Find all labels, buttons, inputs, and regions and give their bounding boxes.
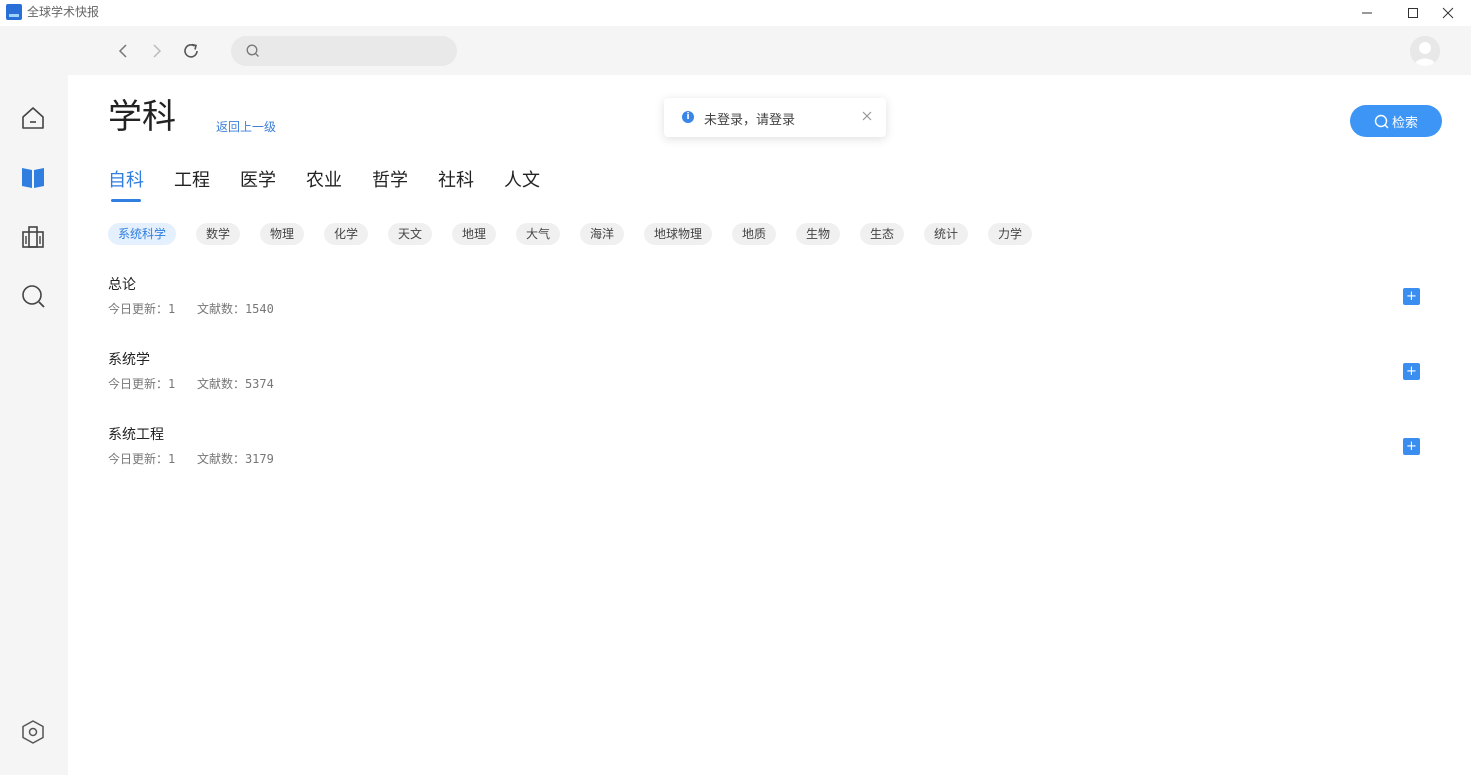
book-icon [22, 168, 44, 188]
chip-ecology[interactable]: 生态 [860, 223, 905, 245]
subject-stats: 今日更新：1 文献数：1540 [108, 301, 274, 317]
login-toast: i 未登录，请登录 [664, 98, 886, 137]
toast-message: 未登录，请登录 [704, 113, 796, 128]
tab-natural-science[interactable]: 自科 [108, 170, 144, 192]
settings-hexagon-icon [22, 720, 44, 744]
tab-social-science[interactable]: 社科 [438, 170, 474, 192]
subscribe-add-button[interactable]: + [1403, 288, 1420, 305]
sidebar-item-subjects[interactable] [19, 163, 47, 191]
minimize-button[interactable] [1344, 0, 1390, 26]
home-icon [22, 107, 44, 129]
search-icon [1374, 114, 1389, 128]
list-item[interactable]: 系统学 今日更新：1 文献数：5374 + [108, 350, 1423, 400]
docs-label: 文献数： [196, 377, 245, 391]
tab-engineering[interactable]: 工程 [174, 170, 210, 192]
chip-geology[interactable]: 地质 [732, 223, 777, 245]
app-logo-icon [6, 4, 22, 20]
today-label: 今日更新： [108, 302, 169, 316]
today-label: 今日更新： [108, 452, 169, 466]
sidebar-item-home[interactable] [19, 104, 47, 132]
top-navigation-bar [68, 26, 1471, 75]
back-button[interactable] [112, 40, 134, 62]
toast-close-icon[interactable] [860, 109, 874, 123]
chip-biology[interactable]: 生物 [796, 223, 841, 245]
today-count: 1 [168, 377, 176, 391]
close-window-button[interactable] [1425, 0, 1471, 26]
docs-count: 3179 [244, 452, 274, 466]
tab-agriculture[interactable]: 农业 [306, 170, 342, 192]
info-icon: i [682, 111, 694, 123]
docs-count: 1540 [244, 302, 274, 316]
library-icon [22, 226, 44, 248]
subject-name: 系统学 [108, 352, 150, 368]
chip-geography[interactable]: 地理 [452, 223, 497, 245]
today-count: 1 [168, 302, 176, 316]
user-avatar-icon [1410, 36, 1440, 66]
chip-systems-science[interactable]: 系统科学 [108, 223, 177, 245]
chip-statistics[interactable]: 统计 [924, 223, 969, 245]
window-titlebar: 全球学术快报 [0, 0, 1471, 26]
today-count: 1 [168, 452, 176, 466]
docs-count: 5374 [244, 377, 274, 391]
search-button-label: 检索 [1391, 115, 1418, 131]
tab-medicine[interactable]: 医学 [240, 170, 276, 192]
subject-name: 系统工程 [108, 427, 164, 443]
page-title: 学科 [108, 97, 176, 137]
search-button[interactable]: 检索 [1350, 105, 1442, 137]
chip-mechanics[interactable]: 力学 [988, 223, 1033, 245]
chevron-left-icon [118, 44, 127, 58]
maximize-icon [1408, 8, 1418, 18]
chevron-right-icon [153, 44, 162, 58]
main-content: 学科 返回上一级 i 未登录，请登录 检索 自科 工程 医学 农业 哲学 社科 … [68, 75, 1471, 775]
refresh-icon [184, 43, 198, 58]
chip-atmosphere[interactable]: 大气 [516, 223, 561, 245]
close-icon [1442, 7, 1454, 19]
subscribe-add-button[interactable]: + [1403, 438, 1420, 455]
search-input[interactable] [267, 41, 447, 61]
chip-ocean[interactable]: 海洋 [580, 223, 625, 245]
chip-geophysics[interactable]: 地球物理 [644, 223, 713, 245]
chip-physics[interactable]: 物理 [260, 223, 305, 245]
subscribe-add-button[interactable]: + [1403, 363, 1420, 380]
tab-humanities[interactable]: 人文 [504, 170, 540, 192]
app-title: 全球学术快报 [27, 5, 100, 19]
tab-philosophy[interactable]: 哲学 [372, 170, 408, 192]
sidebar-item-library[interactable] [19, 223, 47, 251]
avatar[interactable] [1410, 36, 1440, 66]
minimize-icon [1362, 12, 1372, 14]
active-tab-indicator [111, 199, 141, 202]
refresh-button[interactable] [180, 40, 202, 62]
list-item[interactable]: 系统工程 今日更新：1 文献数：3179 + [108, 425, 1423, 475]
search-icon [22, 285, 45, 308]
docs-label: 文献数： [196, 302, 245, 316]
chip-chemistry[interactable]: 化学 [324, 223, 369, 245]
search-icon [246, 44, 259, 57]
sidebar-item-search[interactable] [19, 282, 47, 310]
sidebar-item-settings[interactable] [19, 718, 47, 746]
forward-button[interactable] [146, 40, 168, 62]
sidebar [0, 26, 68, 775]
subject-stats: 今日更新：1 文献数：5374 [108, 376, 274, 392]
chip-astronomy[interactable]: 天文 [388, 223, 433, 245]
list-item[interactable]: 总论 今日更新：1 文献数：1540 + [108, 275, 1423, 325]
docs-label: 文献数： [196, 452, 245, 466]
global-search-box[interactable] [231, 36, 457, 66]
today-label: 今日更新： [108, 377, 169, 391]
chip-math[interactable]: 数学 [196, 223, 241, 245]
subject-name: 总论 [108, 277, 136, 293]
subject-stats: 今日更新：1 文献数：3179 [108, 451, 274, 467]
back-to-parent-link[interactable]: 返回上一级 [216, 118, 276, 135]
